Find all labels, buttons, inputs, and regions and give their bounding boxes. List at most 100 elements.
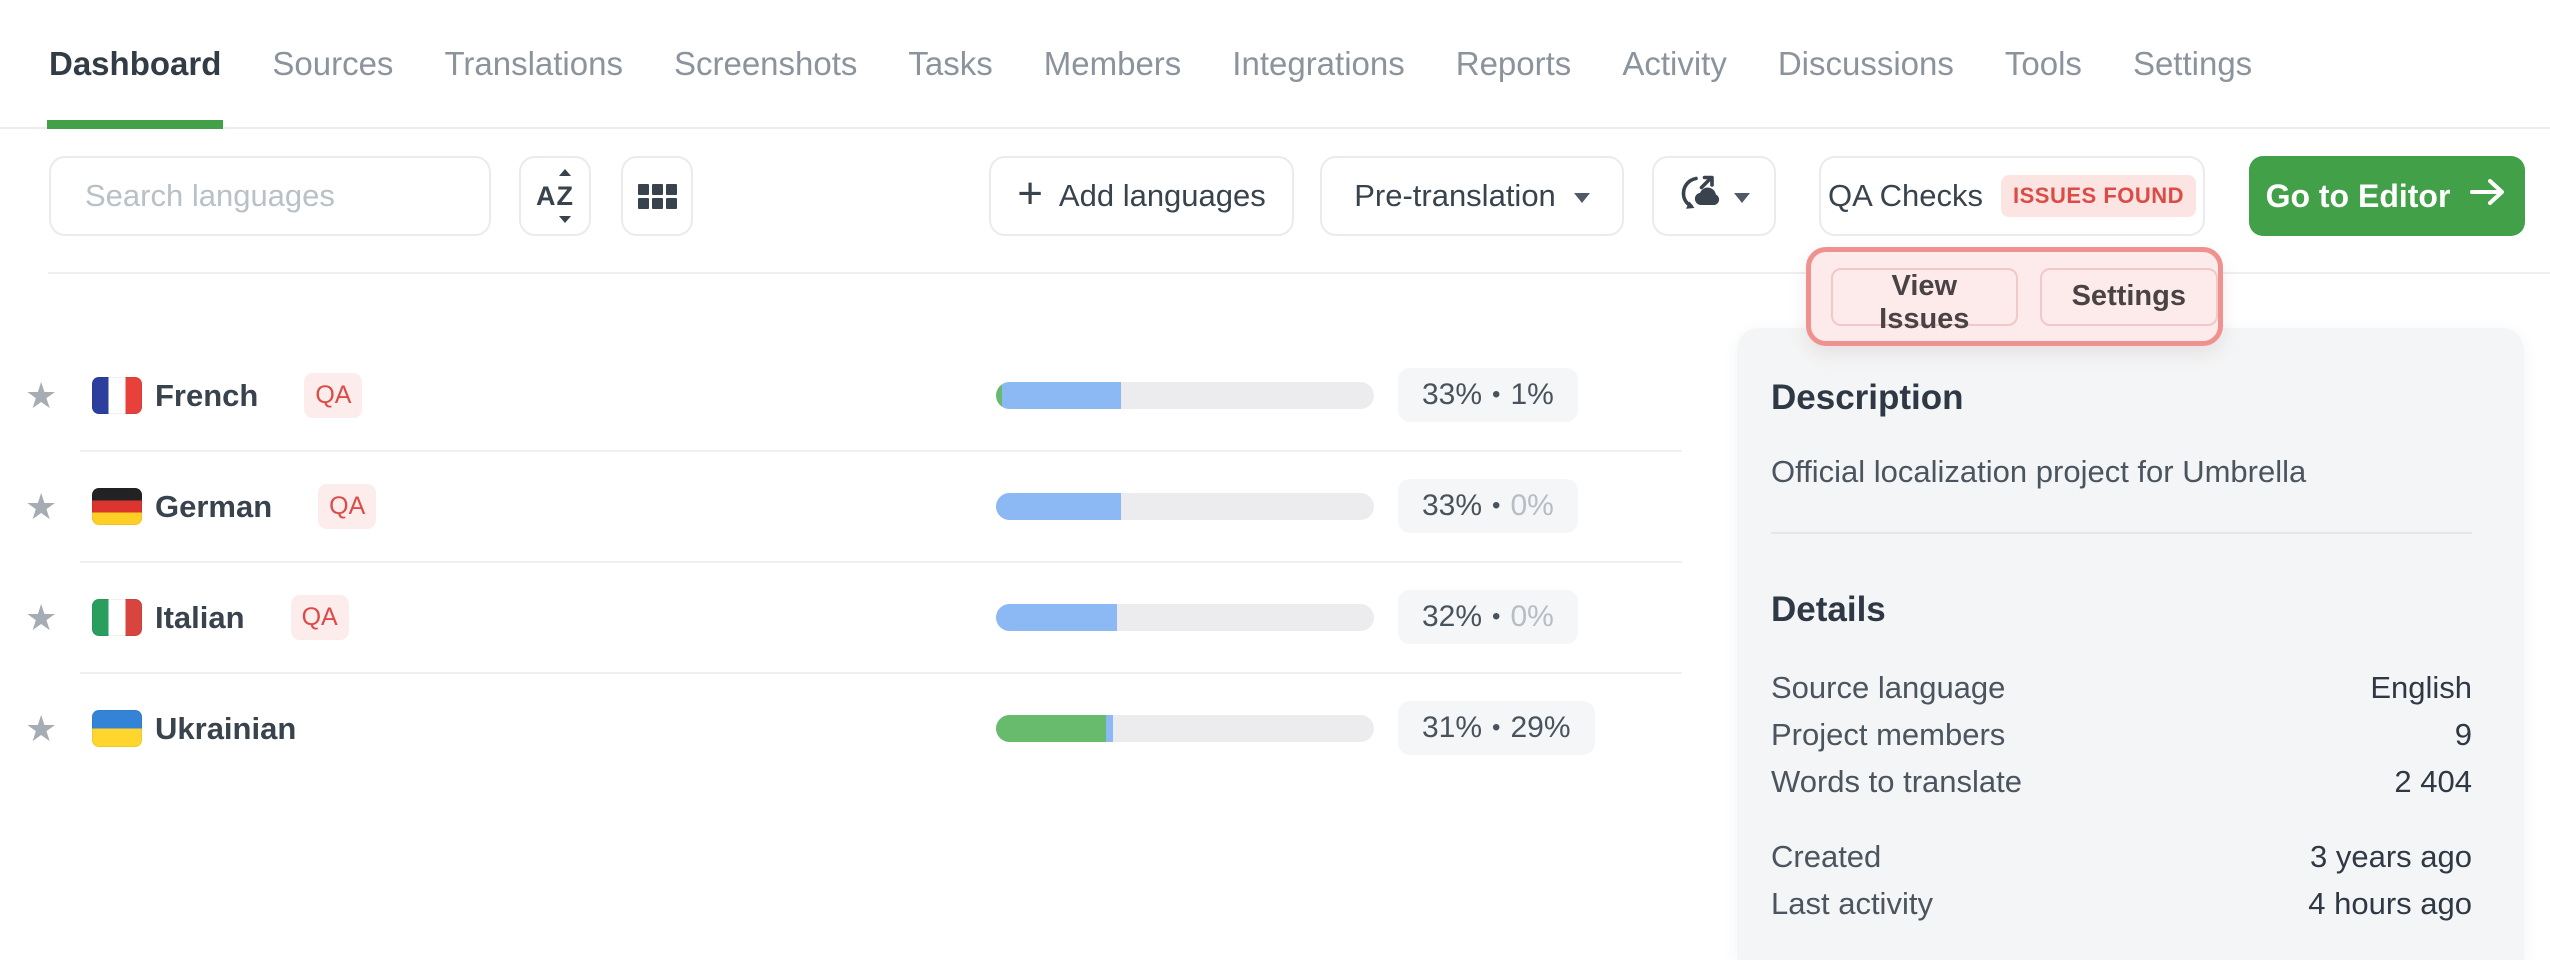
nav-tab-label: Integrations	[1232, 45, 1404, 83]
approved-percent: 1%	[1510, 378, 1553, 412]
details-title: Details	[1771, 590, 2472, 630]
tab-tools[interactable]: Tools	[2005, 0, 2082, 127]
translated-progress-segment	[996, 604, 1117, 631]
tab-activity[interactable]: Activity	[1622, 0, 1727, 127]
translated-progress-segment	[1106, 715, 1114, 742]
detail-value: 9	[2455, 711, 2472, 758]
dot-separator-icon: •	[1492, 714, 1500, 742]
go-to-editor-label: Go to Editor	[2266, 178, 2451, 215]
issues-found-badge: ISSUES FOUND	[2001, 175, 2196, 217]
view-issues-button[interactable]: View Issues	[1831, 268, 2018, 326]
translated-progress-segment	[1002, 382, 1121, 409]
chevron-down-icon	[1734, 193, 1750, 203]
nav-tab-label: Translations	[444, 45, 623, 83]
settings-button[interactable]: Settings	[2040, 268, 2218, 326]
pre-translation-label: Pre-translation	[1354, 178, 1556, 214]
sort-alphabetical-button[interactable]: AZ	[519, 156, 591, 236]
qa-checks-popup: View Issues Settings	[1806, 247, 2223, 346]
translated-percent: 33%	[1422, 378, 1482, 412]
language-list: ★ French QA 33% • 1% ★ German QA 33% • 0…	[0, 0, 1690, 960]
qa-issues-badge[interactable]: QA	[304, 373, 362, 418]
add-languages-button[interactable]: + Add languages	[989, 156, 1294, 236]
search-languages-input[interactable]	[51, 178, 489, 214]
tab-reports[interactable]: Reports	[1456, 0, 1572, 127]
project-dashboard-screen: Dashboard Sources Translations Screenshots T…	[0, 0, 2550, 960]
language-name[interactable]: Ukrainian	[155, 711, 296, 747]
nav-tab-label: Tools	[2005, 45, 2082, 83]
language-name[interactable]: German	[155, 489, 272, 525]
language-name[interactable]: French	[155, 378, 258, 414]
nav-tab-label: Sources	[272, 45, 393, 83]
favorite-star-icon[interactable]: ★	[25, 378, 63, 414]
translated-percent: 31%	[1422, 711, 1482, 745]
dot-separator-icon: •	[1492, 603, 1500, 631]
favorite-star-icon[interactable]: ★	[25, 600, 63, 636]
tab-screenshots[interactable]: Screenshots	[674, 0, 857, 127]
dot-separator-icon: •	[1492, 381, 1500, 409]
search-languages-box[interactable]	[49, 156, 491, 236]
nav-tab-label: Dashboard	[49, 45, 221, 83]
detail-row: Created 3 years ago	[1771, 833, 2472, 880]
add-languages-label: Add languages	[1059, 178, 1266, 214]
progress-percentages: 32% • 0%	[1398, 590, 1578, 644]
language-row-french[interactable]: ★ French QA 33% • 1%	[0, 340, 1685, 451]
arrow-right-icon	[2468, 177, 2508, 215]
language-row-italian[interactable]: ★ Italian QA 32% • 0%	[0, 562, 1685, 673]
qa-issues-badge[interactable]: QA	[291, 595, 349, 640]
qa-checks-button[interactable]: QA Checks ISSUES FOUND	[1819, 156, 2205, 236]
favorite-star-icon[interactable]: ★	[25, 711, 63, 747]
description-title: Description	[1771, 378, 2472, 418]
favorite-star-icon[interactable]: ★	[25, 489, 63, 525]
tab-members[interactable]: Members	[1044, 0, 1182, 127]
chevron-down-icon	[1574, 193, 1590, 203]
detail-label: Source language	[1771, 664, 2005, 711]
nav-tab-label: Members	[1044, 45, 1182, 83]
tab-discussions[interactable]: Discussions	[1778, 0, 1954, 127]
detail-value: 4 hours ago	[2308, 880, 2472, 927]
nav-tab-label: Screenshots	[674, 45, 857, 83]
tab-integrations[interactable]: Integrations	[1232, 0, 1404, 127]
nav-tab-label: Reports	[1456, 45, 1572, 83]
tab-translations[interactable]: Translations	[444, 0, 623, 127]
approved-progress-segment	[996, 715, 1106, 742]
grid-view-button[interactable]	[621, 156, 693, 236]
project-details-panel: Description Official localization projec…	[1737, 328, 2524, 960]
detail-label: Words to translate	[1771, 758, 2022, 805]
tab-settings[interactable]: Settings	[2133, 0, 2252, 127]
translated-percent: 33%	[1422, 489, 1482, 523]
qa-issues-badge[interactable]: QA	[318, 484, 376, 529]
detail-label: Created	[1771, 833, 1881, 880]
cloud-sync-icon	[1678, 173, 1720, 219]
language-row-german[interactable]: ★ German QA 33% • 0%	[0, 451, 1685, 562]
tab-tasks[interactable]: Tasks	[908, 0, 992, 127]
nav-tab-label: Activity	[1622, 45, 1727, 83]
nav-tab-label: Tasks	[908, 45, 992, 83]
cloud-sync-dropdown[interactable]	[1652, 156, 1776, 236]
tab-dashboard[interactable]: Dashboard	[49, 0, 221, 127]
detail-label: Last activity	[1771, 880, 1933, 927]
language-row-ukrainian[interactable]: ★ Ukrainian 31% • 29%	[0, 673, 1685, 784]
details-group-1: Source language English Project members …	[1771, 664, 2472, 805]
italian-flag-icon	[92, 599, 142, 636]
pre-translation-dropdown[interactable]: Pre-translation	[1320, 156, 1624, 236]
detail-row: Source language English	[1771, 664, 2472, 711]
detail-row: Last activity 4 hours ago	[1771, 880, 2472, 927]
approved-percent: 0%	[1510, 489, 1553, 523]
tab-sources[interactable]: Sources	[272, 0, 393, 127]
ukrainian-flag-icon	[92, 710, 142, 747]
nav-tabs: Dashboard Sources Translations Screenshots T…	[0, 0, 2550, 127]
translation-progress-bar	[996, 493, 1374, 520]
details-group-2: Created 3 years ago Last activity 4 hour…	[1771, 833, 2472, 927]
language-name[interactable]: Italian	[155, 600, 245, 636]
approved-percent: 29%	[1510, 711, 1570, 745]
qa-checks-label: QA Checks	[1828, 178, 1983, 214]
grid-view-icon	[638, 184, 677, 209]
plus-icon: +	[1017, 172, 1043, 216]
panel-divider	[1771, 532, 2472, 534]
dot-separator-icon: •	[1492, 492, 1500, 520]
go-to-editor-button[interactable]: Go to Editor	[2249, 156, 2525, 236]
detail-row: Project members 9	[1771, 711, 2472, 758]
detail-value: 2 404	[2394, 758, 2472, 805]
translation-progress-bar	[996, 715, 1374, 742]
progress-percentages: 33% • 1%	[1398, 368, 1578, 422]
